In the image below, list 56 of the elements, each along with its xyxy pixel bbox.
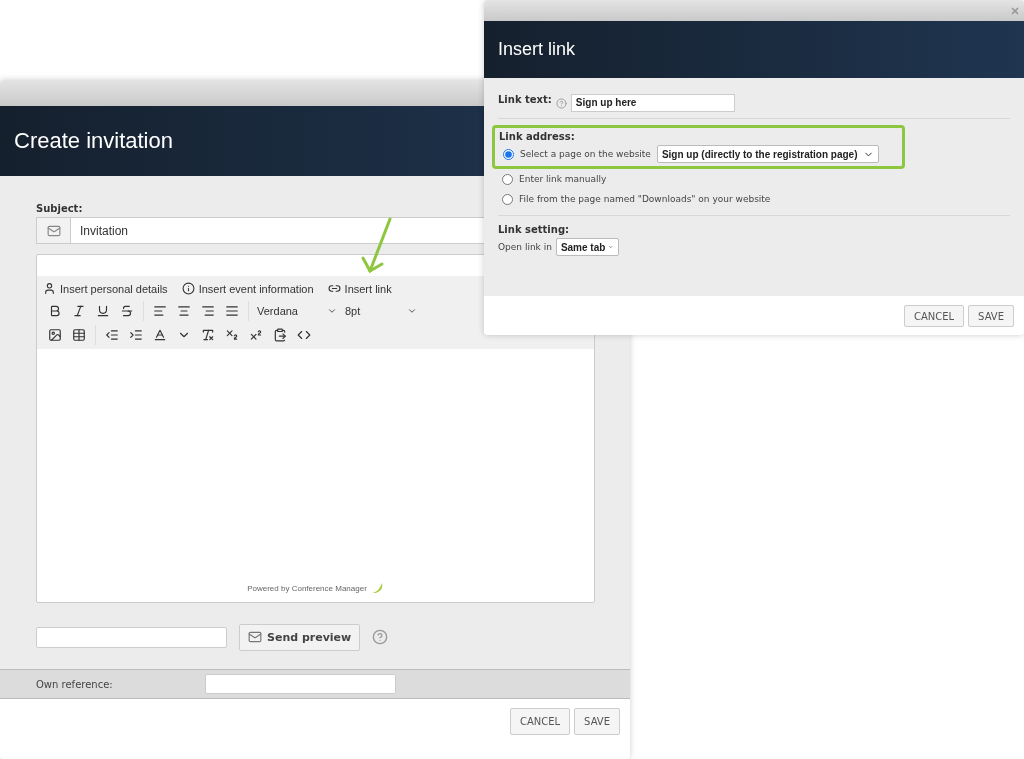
image-icon	[48, 328, 62, 342]
cancel-button[interactable]: CANCEL	[509, 708, 571, 735]
window-title: Create invitation	[14, 128, 173, 154]
subscript-icon	[225, 328, 239, 342]
text-editor[interactable]: Insert personal details Insert event information Insert link Verdana 8pt Powered by Conference Manager	[36, 254, 595, 603]
open-link-label: Open link in	[498, 242, 552, 252]
info-icon	[181, 282, 195, 295]
radio-button[interactable]	[503, 148, 514, 160]
radio-button[interactable]	[502, 193, 513, 205]
insert-button[interactable]: Insert link	[327, 282, 392, 295]
caret-icon	[407, 306, 417, 316]
insert-button[interactable]: Insert personal details	[43, 282, 168, 295]
radio-button[interactable]	[502, 173, 513, 185]
page-select[interactable]: Sign up (directly to the registration page)	[656, 145, 879, 163]
underline-icon	[96, 304, 110, 318]
save-button[interactable]: SAVE	[968, 305, 1014, 327]
person-icon	[43, 282, 56, 295]
caret-icon	[327, 306, 337, 316]
font-dropdown[interactable]: Verdana	[253, 300, 341, 322]
link-setting-label: Link setting:	[498, 224, 570, 235]
italic-icon	[72, 304, 86, 318]
powered-by-text: Powered by Conference Manager	[247, 583, 367, 593]
outdent-icon	[105, 328, 119, 342]
align-center-icon	[177, 304, 191, 318]
target-select[interactable]: Same tab	[555, 238, 619, 256]
indent-icon	[129, 328, 143, 342]
paste-icon	[273, 328, 287, 342]
mail-icon	[46, 223, 61, 238]
link-icon	[327, 282, 341, 295]
link-address-label: Link address:	[499, 131, 575, 142]
own-reference-label: Own reference:	[36, 678, 114, 690]
insert-button[interactable]: Insert event information	[181, 282, 314, 295]
save-button[interactable]: SAVE	[574, 708, 620, 735]
clear-format-icon	[201, 328, 215, 342]
subject-label: Subject:	[36, 203, 83, 214]
code-icon	[297, 328, 311, 342]
align-right-icon	[201, 304, 215, 318]
cancel-button[interactable]: CANCEL	[903, 305, 965, 327]
option-label: Enter link manually	[519, 174, 607, 184]
table-icon	[72, 328, 86, 342]
text-color-icon	[153, 328, 167, 342]
mail-icon	[248, 630, 262, 644]
dialog-title: Insert link	[498, 39, 576, 60]
link-text-label: Link text:	[498, 94, 552, 105]
option-label: File from the page named "Downloads" on your website	[519, 194, 771, 204]
align-justify-icon	[225, 304, 239, 318]
superscript-icon	[249, 328, 263, 342]
align-left-icon	[153, 304, 167, 318]
link-text-field[interactable]: Sign up here	[570, 94, 735, 112]
size-dropdown[interactable]: 8pt	[341, 300, 421, 322]
strikethrough-icon	[120, 304, 134, 318]
bold-icon	[48, 304, 62, 318]
email-field[interactable]	[36, 626, 227, 648]
send-preview-button[interactable]: Send preview	[239, 623, 361, 651]
reference-field[interactable]	[205, 674, 396, 694]
option-label: Select a page on the website	[520, 149, 651, 159]
